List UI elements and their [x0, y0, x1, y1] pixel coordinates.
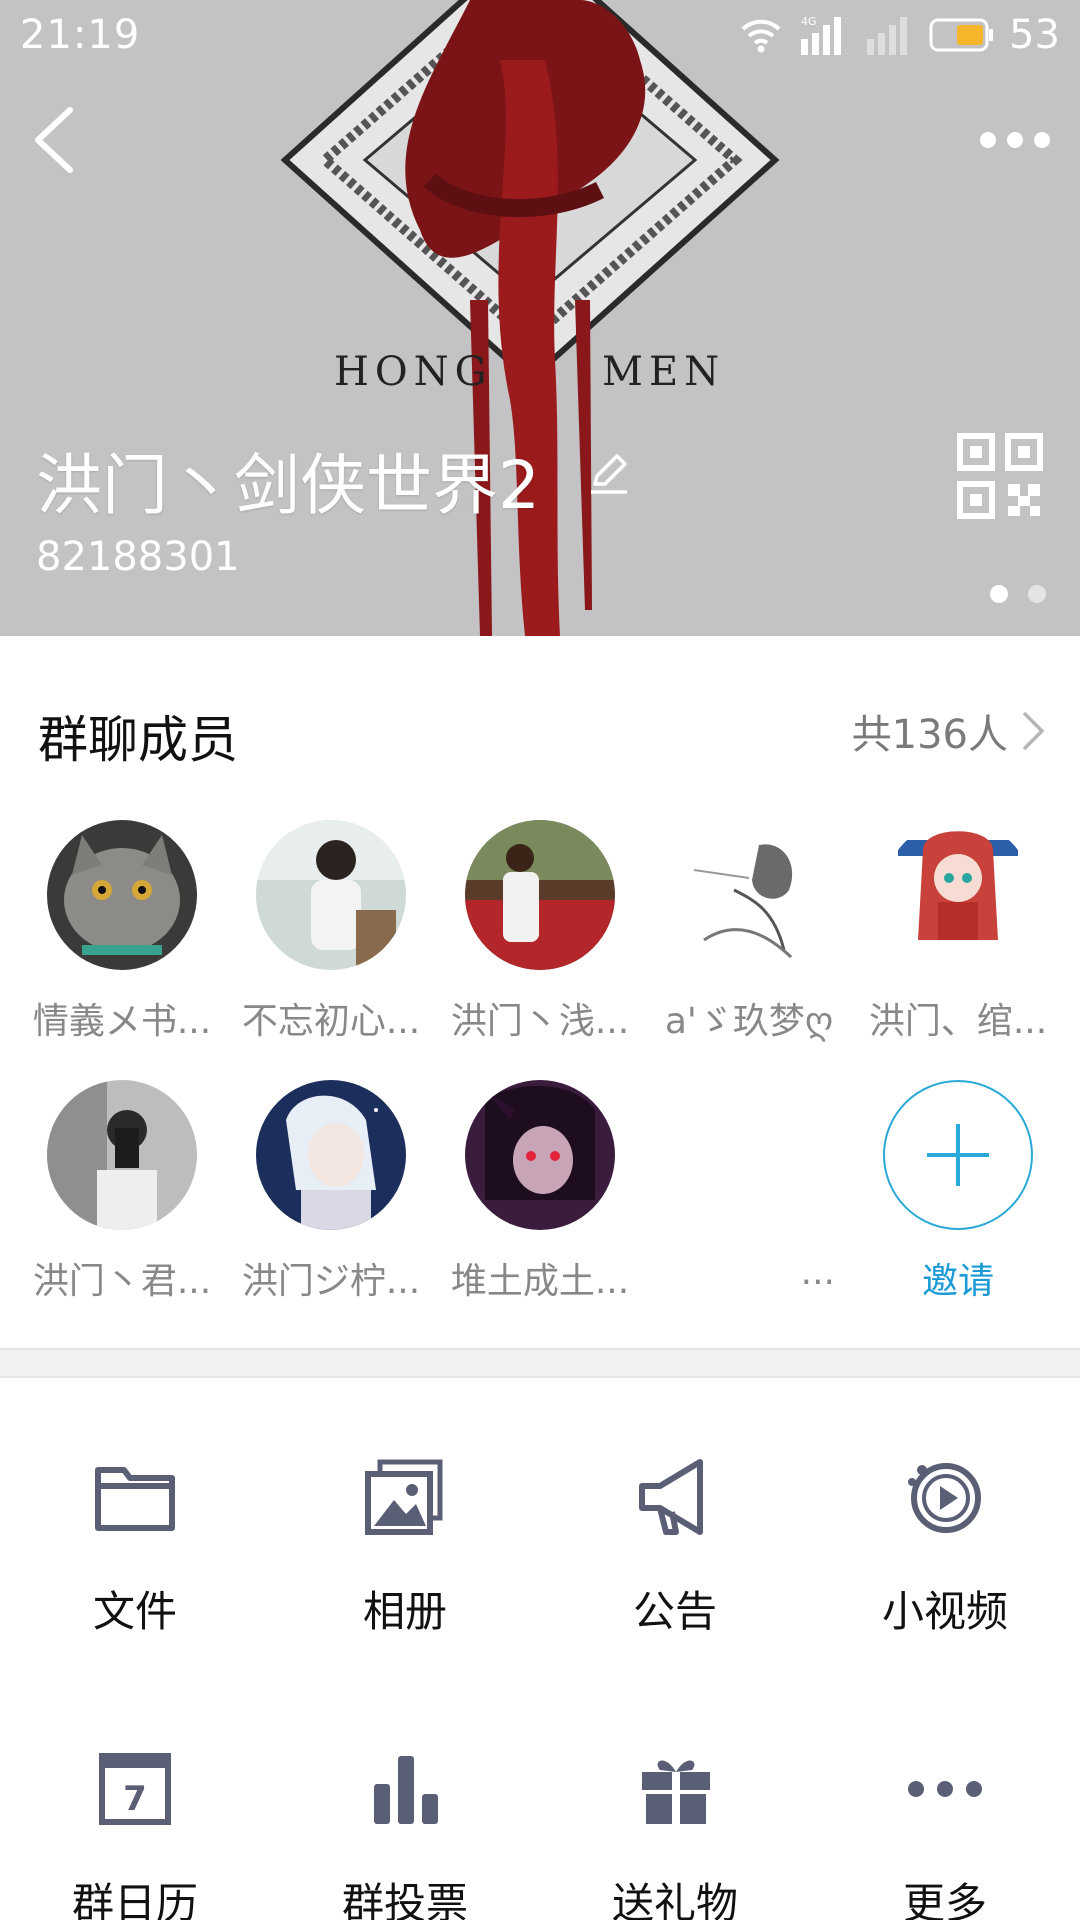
carousel-dot-active	[990, 585, 1008, 603]
battery-icon	[929, 18, 994, 52]
member-item[interactable]: 洪门丶君...	[22, 1080, 222, 1304]
carousel-dots	[990, 585, 1046, 603]
member-name: 堆土成土...	[450, 1261, 630, 1302]
edit-icon[interactable]	[585, 448, 633, 496]
folder-icon	[95, 1467, 175, 1531]
chevron-right-icon	[1022, 711, 1045, 751]
svg-text:4G: 4G	[801, 15, 817, 28]
member-item[interactable]: 洪门、绾...	[858, 820, 1058, 1044]
avatar	[256, 1080, 406, 1230]
album-icon	[365, 1459, 443, 1535]
group-header: HONG MEN 21:19 4G 53 洪门丶剑侠世界2 82188301	[0, 0, 1080, 636]
signal-empty-icon	[867, 17, 908, 55]
plus-icon	[927, 1124, 989, 1186]
cover-text-right: MEN	[602, 349, 725, 395]
members-count-link[interactable]: 共136人	[852, 702, 1046, 760]
member-name: a'ゞ玖梦ღ	[664, 1001, 834, 1042]
function-files[interactable]: 文件	[0, 1452, 270, 1639]
status-icons: 4G 53	[739, 10, 1060, 60]
member-name: 情義メ书...	[32, 1001, 212, 1042]
battery-percent: 53	[1009, 12, 1060, 58]
cover-text-left: HONG	[334, 349, 493, 395]
calendar-icon: 7	[99, 1753, 171, 1825]
function-vote[interactable]: 群投票	[270, 1744, 540, 1920]
invite-member-button[interactable]: 邀请	[858, 1080, 1058, 1304]
members-count-label: 共136人	[851, 712, 1008, 758]
member-item[interactable]: 不忘初心...	[231, 820, 431, 1044]
function-short-video[interactable]: 小视频	[810, 1452, 1080, 1639]
function-label: 小视频	[881, 1587, 1008, 1636]
status-time: 21:19	[20, 12, 141, 58]
group-members-section: 群聊成员 共136人 情義メ书... 不忘初心... 洪门丶浅... a'ゞ玖梦…	[0, 636, 1080, 1348]
member-name: 洪门丶君...	[32, 1261, 212, 1302]
megaphone-icon	[639, 1459, 703, 1535]
function-label: 更多	[902, 1879, 987, 1920]
avatar	[465, 820, 615, 970]
avatar	[465, 1080, 615, 1230]
invite-label: 邀请	[921, 1261, 994, 1302]
function-label: 文件	[92, 1587, 177, 1636]
members-title: 群聊成员	[38, 711, 238, 769]
video-icon	[908, 1463, 981, 1533]
vote-icon	[374, 1756, 438, 1824]
group-name: 洪门丶剑侠世界2	[36, 447, 540, 524]
function-label: 送礼物	[611, 1879, 738, 1920]
gift-icon	[642, 1760, 710, 1824]
function-calendar[interactable]: 7 群日历	[0, 1744, 270, 1920]
member-item[interactable]: 洪门丶浅...	[440, 820, 640, 1044]
function-label: 群投票	[341, 1879, 468, 1920]
member-item[interactable]: 洪门ジ柠...	[231, 1080, 431, 1304]
invite-circle[interactable]	[883, 1080, 1033, 1230]
signal-icon: 4G	[801, 15, 842, 55]
member-name: 不忘初心...	[241, 1001, 421, 1042]
more-icon	[908, 1781, 982, 1797]
member-item[interactable]: a'ゞ玖梦ღ	[649, 820, 849, 1044]
member-name: 洪门丶浅...	[450, 1001, 630, 1042]
avatar	[674, 820, 824, 970]
member-item[interactable]: 情義メ书...	[22, 820, 222, 1044]
group-id: 82188301	[36, 534, 240, 580]
avatar	[256, 820, 406, 970]
function-gift[interactable]: 送礼物	[540, 1744, 810, 1920]
svg-text:7: 7	[123, 1779, 147, 1819]
member-name: ...	[800, 1252, 835, 1293]
avatar-placeholder	[674, 1080, 824, 1230]
avatar	[883, 820, 1033, 970]
function-more[interactable]: 更多	[810, 1744, 1080, 1920]
section-divider	[0, 1348, 1080, 1378]
back-icon[interactable]	[18, 100, 88, 180]
function-announcement[interactable]: 公告	[540, 1452, 810, 1639]
function-label: 群日历	[71, 1879, 198, 1920]
avatar	[47, 1080, 197, 1230]
more-options-icon[interactable]	[970, 110, 1060, 170]
function-label: 相册	[362, 1587, 447, 1636]
wifi-icon	[741, 19, 781, 53]
qr-code-icon[interactable]	[956, 432, 1044, 520]
member-name: 洪门、绾...	[868, 1001, 1048, 1042]
function-album[interactable]: 相册	[270, 1452, 540, 1639]
member-name: 洪门ジ柠...	[241, 1261, 421, 1302]
avatar	[47, 820, 197, 970]
member-item[interactable]: 堆土成土...	[440, 1080, 640, 1304]
function-label: 公告	[632, 1587, 717, 1636]
member-item[interactable]: ...	[649, 1080, 849, 1293]
carousel-dot	[1028, 585, 1046, 603]
status-bar: 21:19 4G 53	[0, 0, 1080, 70]
group-functions-grid: 文件 相册 公告 小视频 7 群日历 群投票 送礼物 更多	[0, 1378, 1080, 1920]
